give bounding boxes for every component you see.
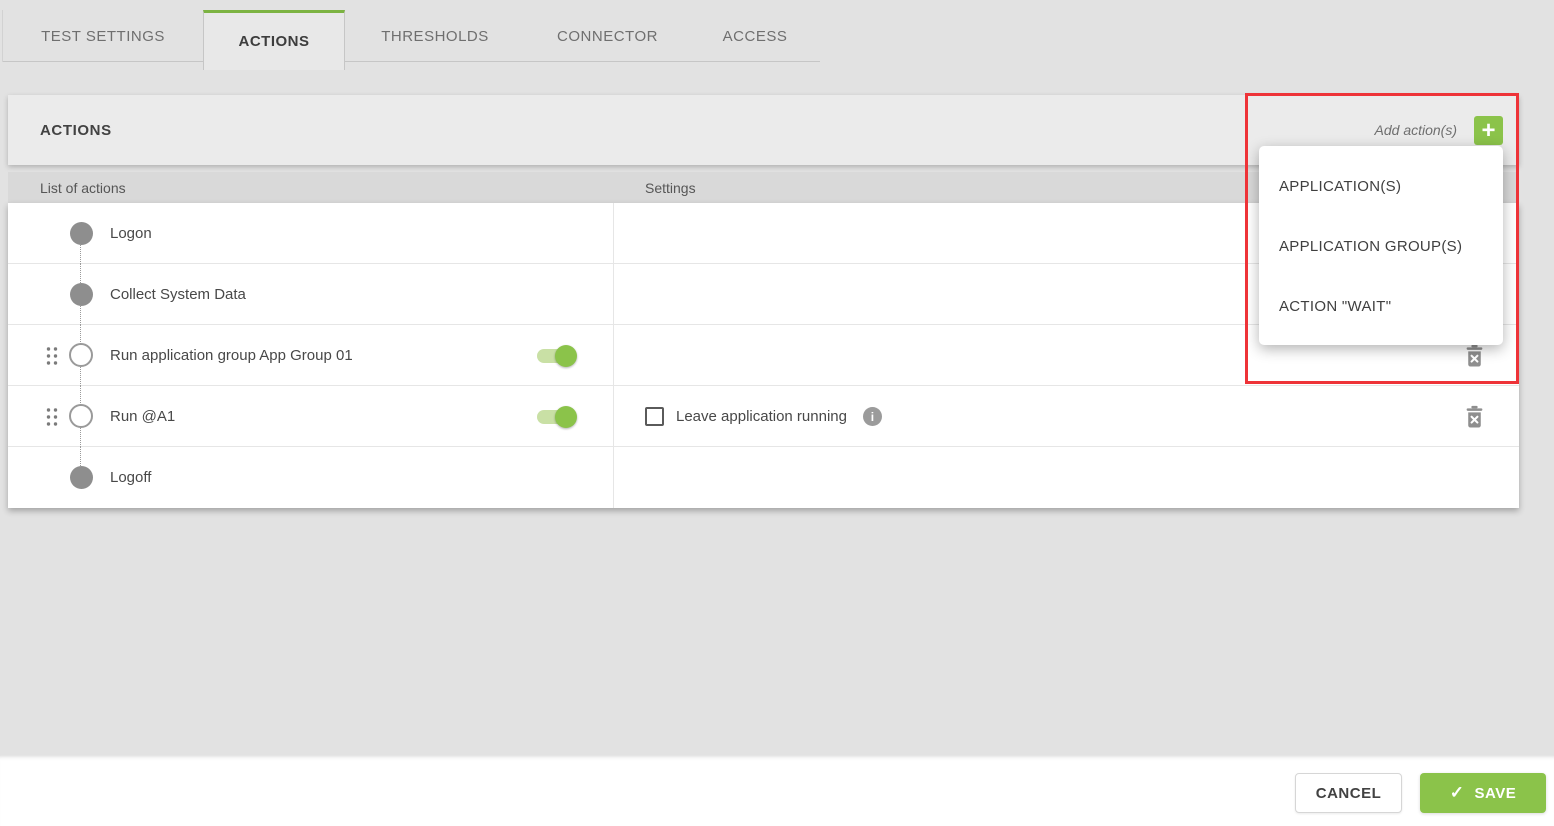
menu-item-action-wait[interactable]: ACTION "WAIT" — [1259, 276, 1503, 336]
table-row-run-a1: Run @A1 Leave application running i — [8, 386, 1519, 447]
menu-item-application-groups[interactable]: APPLICATION GROUP(S) — [1259, 216, 1503, 276]
enable-action-toggle[interactable] — [537, 406, 579, 428]
tab-access[interactable]: ACCESS — [690, 10, 820, 62]
drag-handle-icon[interactable] — [45, 346, 59, 366]
tab-connector[interactable]: CONNECTOR — [525, 10, 690, 62]
save-button-label: SAVE — [1475, 785, 1517, 802]
action-label: Run @A1 — [110, 386, 175, 447]
tab-bar: TEST SETTINGS ACTIONS THRESHOLDS CONNECT… — [2, 10, 820, 62]
info-icon[interactable]: i — [863, 407, 882, 426]
cancel-button[interactable]: CANCEL — [1295, 773, 1402, 813]
delete-action-icon[interactable] — [1464, 344, 1485, 367]
panel-title: ACTIONS — [40, 95, 112, 165]
leave-application-running-checkbox[interactable] — [645, 407, 664, 426]
menu-item-applications[interactable]: APPLICATION(S) — [1259, 156, 1503, 216]
add-action-menu: APPLICATION(S) APPLICATION GROUP(S) ACTI… — [1259, 146, 1503, 345]
step-marker-filled — [70, 283, 93, 306]
check-icon: ✓ — [1450, 783, 1465, 803]
delete-action-icon[interactable] — [1464, 405, 1485, 428]
add-action-button[interactable]: + — [1474, 116, 1503, 145]
save-button[interactable]: ✓ SAVE — [1420, 773, 1546, 813]
step-marker-filled — [70, 222, 93, 245]
settings-cell: Leave application running i — [645, 386, 882, 447]
step-marker-filled — [70, 466, 93, 489]
enable-action-toggle[interactable] — [537, 345, 579, 367]
action-label: Logoff — [110, 447, 151, 508]
actions-settings-page: TEST SETTINGS ACTIONS THRESHOLDS CONNECT… — [0, 0, 1554, 826]
action-label: Logon — [110, 203, 152, 264]
step-marker-hollow — [69, 404, 93, 428]
toggle-knob — [555, 345, 577, 367]
checkbox-label: Leave application running — [676, 408, 847, 425]
action-label: Run application group App Group 01 — [110, 325, 353, 386]
plus-icon: + — [1481, 117, 1495, 144]
tab-thresholds[interactable]: THRESHOLDS — [345, 10, 525, 62]
drag-handle-icon[interactable] — [45, 407, 59, 427]
toggle-knob — [555, 406, 577, 428]
column-list-of-actions: List of actions — [40, 172, 126, 203]
table-row-logoff: Logoff — [8, 447, 1519, 508]
tab-actions[interactable]: ACTIONS — [203, 10, 345, 70]
tab-test-settings[interactable]: TEST SETTINGS — [2, 10, 203, 62]
column-settings: Settings — [645, 172, 696, 203]
step-marker-hollow — [69, 343, 93, 367]
footer-bar: CANCEL ✓ SAVE — [0, 755, 1554, 826]
action-label: Collect System Data — [110, 264, 246, 325]
